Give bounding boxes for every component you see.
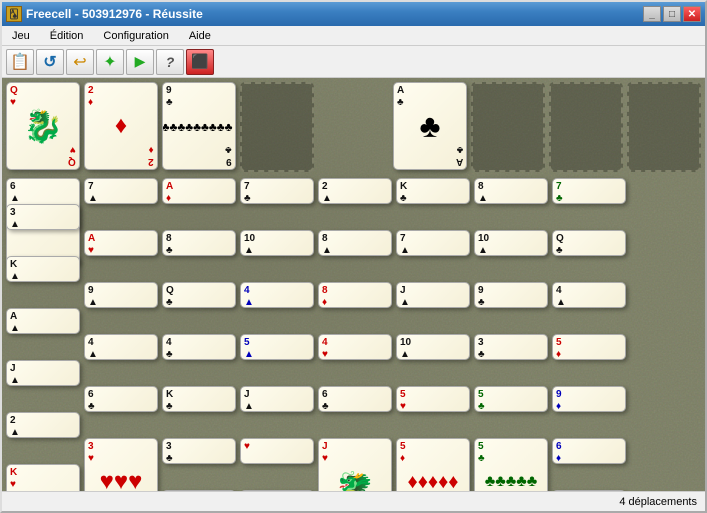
game-area: Q♥ 🐉 Q♥ 2♦ ♦ 2♦ 9♣ ♣♣ [2,78,705,491]
menu-edition[interactable]: Édition [44,29,90,43]
columns-row: 6▲ ▲▲▲▲▲▲ 3▲ K▲ A▲ J▲ 2▲ [6,178,701,484]
card-queen-hearts[interactable]: Q♥ 🐉 Q♥ [6,82,80,170]
close-button[interactable]: ✕ [683,6,701,22]
status-bar: 4 déplacements [2,491,705,511]
menu-jeu[interactable]: Jeu [6,29,36,43]
play-button[interactable]: ▶ [126,49,154,75]
menu-bar: Jeu Édition Configuration Aide [2,26,705,46]
help-button[interactable]: ? [156,49,184,75]
move-count: 4 déplacements [619,496,697,508]
toolbar: 📋 ↺ ↩ ✦ ▶ ? ⬛ [2,46,705,78]
window-title: Freecell - 503912976 - Réussite [26,7,203,21]
title-bar: 🂡 Freecell - 503912976 - Réussite _ □ ✕ [2,2,705,26]
column-5[interactable]: 2▲ 8▲ 8♦ 4♥ 6♣ J♥ 🐲 J♥ [318,178,392,484]
maximize-button[interactable]: □ [663,6,681,22]
column-7[interactable]: 8▲ 10▲ 9♣ 3♣ 5♣ 5♣ ♣♣♣♣♣ 5♣ [474,178,548,484]
app-icon: 🂡 [6,6,22,22]
minimize-button[interactable]: _ [643,6,661,22]
freecell-1[interactable]: Q♥ 🐉 Q♥ [6,82,80,172]
card-9-clubs[interactable]: 9♣ ♣♣♣♣♣♣♣♣♣ 9♣ [162,82,236,170]
card-2-diamonds[interactable]: 2♦ ♦ 2♦ [84,82,158,170]
restart-button[interactable]: ↺ [36,49,64,75]
hint-button[interactable]: ✦ [96,49,124,75]
column-2[interactable]: 7▲ A♥ 9▲ 4▲ 6♣ 3♥ ♥♥♥ 3♥ [84,178,158,484]
window-controls: _ □ ✕ [643,6,701,22]
column-3[interactable]: A♦ 8♣ Q♣ 4♣ K♣ 3♣ Q♦ � [162,178,236,484]
foundation-3-empty[interactable] [549,82,623,172]
freecell-2[interactable]: 2♦ ♦ 2♦ [84,82,158,172]
new-button[interactable]: 📋 [6,49,34,75]
menu-configuration[interactable]: Configuration [97,29,174,43]
freecell-4-empty[interactable] [240,82,314,172]
title-bar-left: 🂡 Freecell - 503912976 - Réussite [6,6,203,22]
top-row: Q♥ 🐉 Q♥ 2♦ ♦ 2♦ 9♣ ♣♣ [6,82,701,172]
main-window: 🂡 Freecell - 503912976 - Réussite _ □ ✕ … [0,0,707,513]
column-8[interactable]: 7♣ Q♣ 4▲ 5♦ 9♦ 6♦ 9♦ ♦ [552,178,626,484]
spacer [318,82,389,172]
column-1[interactable]: 6▲ ▲▲▲▲▲▲ 3▲ K▲ A▲ J▲ 2▲ [6,178,80,484]
menu-aide[interactable]: Aide [183,29,217,43]
freecell-3[interactable]: 9♣ ♣♣♣♣♣♣♣♣♣ 9♣ [162,82,236,172]
foundation-1[interactable]: A♣ ♣ A♣ [393,82,467,172]
card-ace-clubs[interactable]: A♣ ♣ A♣ [393,82,467,170]
undo-button[interactable]: ↩ [66,49,94,75]
column-4[interactable]: 7♣ 10▲ 4▲ 5▲ J▲ ♥ 2♥ ♥ [240,178,314,484]
foundation-2-empty[interactable] [471,82,545,172]
column-6[interactable]: K♣ 7▲ J▲ 10▲ 5♥ 5♦ ♦♦♦♦♦ 5♦ [396,178,470,484]
foundation-4-empty[interactable] [627,82,701,172]
stop-button[interactable]: ⬛ [186,49,214,75]
